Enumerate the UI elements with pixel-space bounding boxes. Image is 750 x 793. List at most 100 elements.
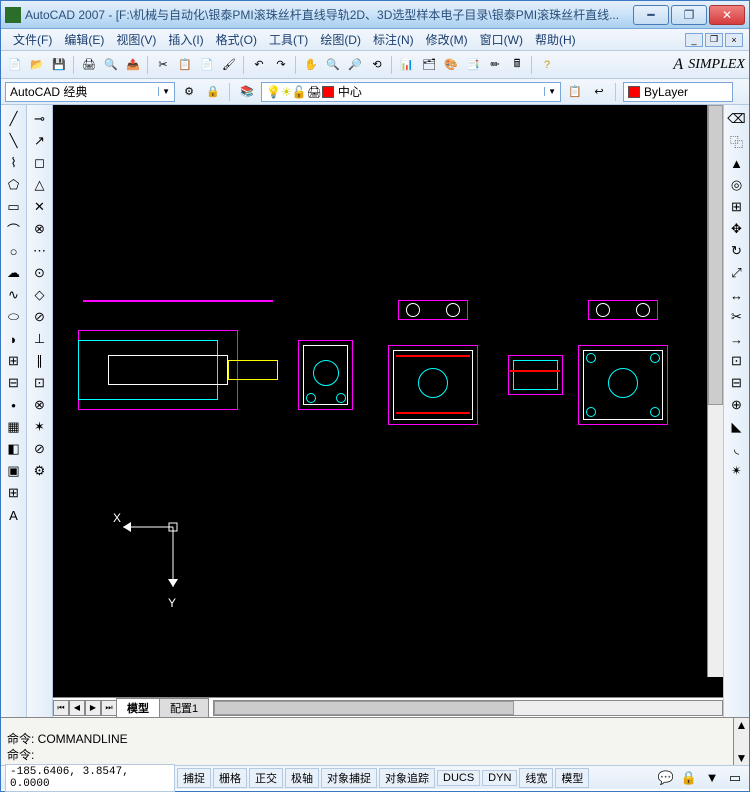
point-icon[interactable]: •	[4, 395, 24, 415]
spline-icon[interactable]: ∿	[4, 285, 24, 305]
osnap-toggle[interactable]: 对象捕捉	[321, 768, 377, 788]
fillet-icon[interactable]: ◟	[727, 439, 747, 459]
cut-icon[interactable]: ✂	[153, 55, 173, 75]
stretch-icon[interactable]: ↔	[727, 285, 747, 305]
line-icon[interactable]: ╱	[4, 109, 24, 129]
calc-icon[interactable]: 🖩	[507, 55, 527, 75]
snap-from-icon[interactable]: ↗	[30, 131, 50, 151]
tab-first-button[interactable]: ⏮	[53, 700, 69, 716]
break-icon[interactable]: ⊟	[727, 373, 747, 393]
command-scrollbar[interactable]: ▲ ▼	[733, 718, 749, 765]
ellipse-icon[interactable]: ⬭	[4, 307, 24, 327]
trim-icon[interactable]: ✂	[727, 307, 747, 327]
explode-icon[interactable]: ✴	[727, 461, 747, 481]
ortho-toggle[interactable]: 正交	[249, 768, 283, 788]
menu-modify[interactable]: 修改(M)	[420, 29, 474, 50]
insert-block-icon[interactable]: ⊞	[4, 351, 24, 371]
region-icon[interactable]: ▣	[4, 461, 24, 481]
endpoint-icon[interactable]: ◻	[30, 153, 50, 173]
tool-palette-icon[interactable]: 🎨	[441, 55, 461, 75]
osnap-settings-icon[interactable]: ⚙	[30, 461, 50, 481]
join-icon[interactable]: ⊕	[727, 395, 747, 415]
menu-window[interactable]: 窗口(W)	[474, 29, 529, 50]
coordinates-display[interactable]: -185.6406, 3.8547, 0.0000	[5, 764, 175, 792]
model-toggle[interactable]: 模型	[555, 768, 589, 788]
doc-restore-button[interactable]: ❐	[705, 33, 723, 47]
layer-state-icon[interactable]: 📋	[565, 82, 585, 102]
parallel-icon[interactable]: ∥	[30, 351, 50, 371]
layer-manager-icon[interactable]: 📚	[237, 82, 257, 102]
tab-layout1[interactable]: 配置1	[159, 698, 209, 717]
tab-prev-button[interactable]: ◀	[69, 700, 85, 716]
scale-icon[interactable]: ⤢	[727, 263, 747, 283]
chamfer-icon[interactable]: ◣	[727, 417, 747, 437]
move-icon[interactable]: ✥	[727, 219, 747, 239]
new-icon[interactable]: 📄	[5, 55, 25, 75]
text-style-icon[interactable]: A	[668, 55, 688, 75]
vertical-scrollbar[interactable]	[707, 105, 723, 677]
mtext-icon[interactable]: A	[4, 505, 24, 525]
erase-icon[interactable]: ⌫	[727, 109, 747, 129]
otrack-toggle[interactable]: 对象追踪	[379, 768, 435, 788]
copy-obj-icon[interactable]: ⿻	[727, 131, 747, 151]
array-icon[interactable]: ⊞	[727, 197, 747, 217]
quadrant-icon[interactable]: ◇	[30, 285, 50, 305]
dyn-toggle[interactable]: DYN	[482, 770, 517, 786]
scrollbar-thumb[interactable]	[708, 105, 723, 405]
table-icon[interactable]: ⊞	[4, 483, 24, 503]
sheet-set-icon[interactable]: 📑	[463, 55, 483, 75]
menu-insert[interactable]: 插入(I)	[162, 29, 209, 50]
workspace-combo[interactable]: AutoCAD 经典 ▼	[5, 82, 175, 102]
save-icon[interactable]: 💾	[49, 55, 69, 75]
polar-toggle[interactable]: 极轴	[285, 768, 319, 788]
tab-last-button[interactable]: ⏭	[101, 700, 117, 716]
polygon-icon[interactable]: ⬠	[4, 175, 24, 195]
zoom-realtime-icon[interactable]: 🔍	[323, 55, 343, 75]
preview-icon[interactable]: 🔍	[101, 55, 121, 75]
menu-edit[interactable]: 编辑(E)	[58, 29, 110, 50]
comm-center-icon[interactable]: 💬	[656, 768, 676, 788]
zoom-window-icon[interactable]: 🔎	[345, 55, 365, 75]
horizontal-scrollbar[interactable]	[213, 700, 723, 716]
tangent-icon[interactable]: ⊘	[30, 307, 50, 327]
extend-icon[interactable]: →	[727, 329, 747, 349]
workspace-settings-icon[interactable]: ⚙	[179, 82, 199, 102]
command-text[interactable]: 命令: COMMANDLINE 命令:	[1, 718, 733, 765]
menu-file[interactable]: 文件(F)	[7, 29, 58, 50]
menu-format[interactable]: 格式(O)	[210, 29, 263, 50]
rectangle-icon[interactable]: ▭	[4, 197, 24, 217]
temp-track-icon[interactable]: ⊸	[30, 109, 50, 129]
drawing-canvas[interactable]: X Y	[53, 105, 723, 697]
copy-icon[interactable]: 📋	[175, 55, 195, 75]
menu-help[interactable]: 帮助(H)	[529, 29, 582, 50]
design-center-icon[interactable]: 🗂	[419, 55, 439, 75]
pan-icon[interactable]: ✋	[301, 55, 321, 75]
circle-icon[interactable]: ○	[4, 241, 24, 261]
nearest-icon[interactable]: ✶	[30, 417, 50, 437]
menu-draw[interactable]: 绘图(D)	[314, 29, 367, 50]
markup-icon[interactable]: ✏	[485, 55, 505, 75]
doc-minimize-button[interactable]: _	[685, 33, 703, 47]
properties-icon[interactable]: 📊	[397, 55, 417, 75]
insert-snap-icon[interactable]: ⊡	[30, 373, 50, 393]
apparent-icon[interactable]: ⊗	[30, 219, 50, 239]
minimize-button[interactable]: ━	[633, 5, 669, 25]
extension-icon[interactable]: ⋯	[30, 241, 50, 261]
midpoint-icon[interactable]: △	[30, 175, 50, 195]
grid-toggle[interactable]: 栅格	[213, 768, 247, 788]
workspace-lock-icon[interactable]: 🔒	[203, 82, 223, 102]
clean-screen-icon[interactable]: ▭	[725, 768, 745, 788]
undo-icon[interactable]: ↶	[249, 55, 269, 75]
tab-next-button[interactable]: ▶	[85, 700, 101, 716]
menu-dimension[interactable]: 标注(N)	[367, 29, 420, 50]
rotate-icon[interactable]: ↻	[727, 241, 747, 261]
publish-icon[interactable]: 📤	[123, 55, 143, 75]
gradient-icon[interactable]: ◧	[4, 439, 24, 459]
menu-tools[interactable]: 工具(T)	[263, 29, 314, 50]
hatch-icon[interactable]: ▦	[4, 417, 24, 437]
doc-close-button[interactable]: ×	[725, 33, 743, 47]
polyline-icon[interactable]: ⌇	[4, 153, 24, 173]
center-icon[interactable]: ⊙	[30, 263, 50, 283]
tab-model[interactable]: 模型	[116, 698, 160, 717]
perpendicular-icon[interactable]: ⊥	[30, 329, 50, 349]
